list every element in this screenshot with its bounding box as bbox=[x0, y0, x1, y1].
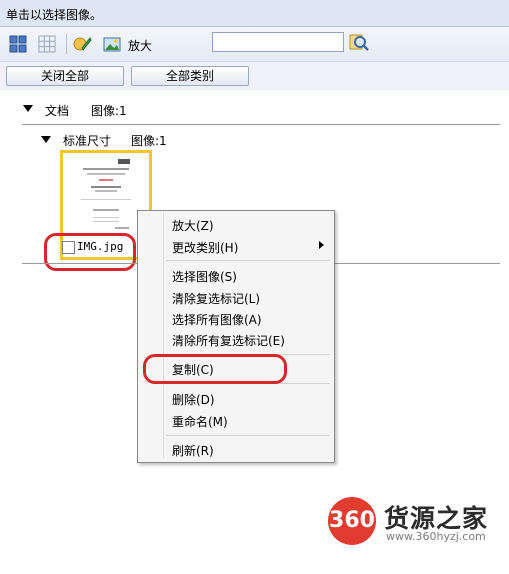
window-header: 单击以选择图像。 bbox=[0, 0, 509, 27]
edit-icon[interactable] bbox=[72, 34, 92, 54]
category-button-bar: 关闭全部 全部类别 bbox=[0, 62, 509, 90]
grid-view-icon[interactable] bbox=[8, 34, 28, 54]
grid-outline-icon[interactable] bbox=[37, 34, 57, 54]
menu-item-change-category[interactable]: 更改类别(H) bbox=[172, 239, 238, 256]
highlight-annotation bbox=[143, 354, 287, 384]
menu-item-select-all[interactable]: 选择所有图像(A) bbox=[172, 311, 262, 328]
search-input[interactable] bbox=[212, 32, 344, 52]
group-divider bbox=[22, 124, 500, 125]
close-all-button[interactable]: 关闭全部 bbox=[6, 66, 124, 86]
menu-item-refresh[interactable]: 刷新(R) bbox=[172, 442, 214, 459]
group-label: 文档 bbox=[45, 104, 70, 118]
group-image-count: 图像:1 bbox=[91, 104, 127, 118]
zoom-label[interactable]: 放大 bbox=[128, 37, 152, 54]
menu-icon-column bbox=[163, 213, 164, 458]
section-divider bbox=[22, 263, 138, 264]
image-icon[interactable] bbox=[102, 34, 122, 54]
menu-item-zoom[interactable]: 放大(Z) bbox=[172, 217, 214, 234]
search-icon[interactable] bbox=[347, 31, 371, 55]
expand-triangle-icon[interactable] bbox=[41, 136, 51, 143]
all-categories-button[interactable]: 全部类别 bbox=[131, 66, 249, 86]
section-divider bbox=[333, 263, 500, 264]
watermark-url: www.360hyzj.com bbox=[386, 530, 486, 543]
highlight-annotation bbox=[44, 233, 136, 271]
watermark-logo: 360 bbox=[328, 497, 376, 545]
subgroup-image-count: 图像:1 bbox=[131, 134, 167, 148]
context-menu: 放大(Z) 更改类别(H) 选择图像(S) 清除复选标记(L) 选择所有图像(A… bbox=[137, 210, 335, 463]
menu-item-select-image[interactable]: 选择图像(S) bbox=[172, 268, 237, 285]
menu-item-clear-checkmark[interactable]: 清除复选标记(L) bbox=[172, 290, 260, 307]
toolbar-separator bbox=[66, 34, 67, 54]
expand-triangle-icon[interactable] bbox=[23, 105, 33, 112]
subgroup-label: 标准尺寸 bbox=[63, 134, 112, 148]
submenu-arrow-icon bbox=[319, 241, 324, 249]
menu-item-delete[interactable]: 删除(D) bbox=[172, 391, 215, 408]
menu-separator bbox=[166, 435, 330, 436]
toolbar: 放大 bbox=[0, 27, 509, 62]
header-title: 单击以选择图像。 bbox=[6, 8, 103, 22]
menu-item-clear-all-checkmarks[interactable]: 清除所有复选标记(E) bbox=[172, 332, 285, 349]
menu-separator bbox=[166, 260, 330, 261]
menu-item-rename[interactable]: 重命名(M) bbox=[172, 413, 228, 430]
